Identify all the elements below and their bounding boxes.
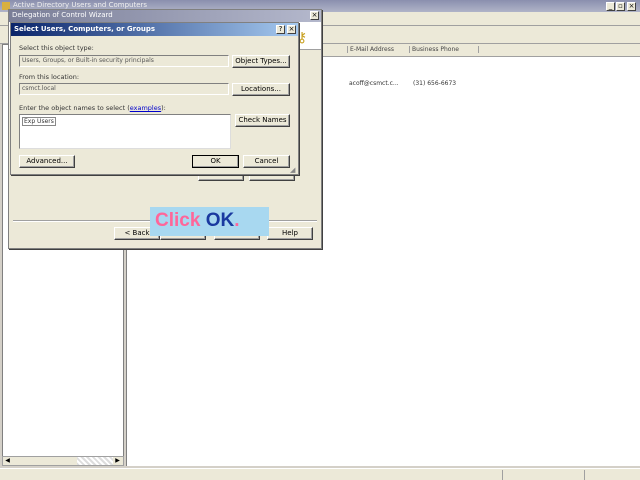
examples-link[interactable]: examples: [130, 104, 161, 112]
check-names-button[interactable]: Check Names: [235, 114, 290, 127]
column-header-email[interactable]: E-Mail Address: [347, 46, 409, 53]
cancel-button[interactable]: Cancel: [243, 155, 290, 168]
location-field: csmct.local: [19, 83, 229, 95]
row-email: acoff@csmct.c...: [349, 80, 399, 87]
locations-button[interactable]: Locations...: [232, 83, 290, 96]
main-window-title: Active Directory Users and Computers: [13, 1, 148, 9]
instruction-target: OK: [205, 210, 235, 231]
status-bar: [0, 468, 640, 480]
scroll-right-icon[interactable]: ▶: [113, 457, 122, 465]
object-names-input[interactable]: Exp Users: [19, 114, 231, 149]
select-dialog: Select Users, Computers, or Groups ? × S…: [10, 22, 299, 175]
object-names-label: Enter the object names to select (exampl…: [19, 104, 166, 112]
wizard-title: Delegation of Control Wizard: [12, 11, 113, 19]
object-types-button[interactable]: Object Types...: [232, 55, 290, 68]
resize-grip-icon[interactable]: ◢: [290, 166, 295, 174]
help-button[interactable]: Help: [267, 227, 313, 240]
maximize-icon[interactable]: ▫: [616, 2, 625, 11]
object-type-label: Select this object type:: [19, 44, 94, 52]
status-divider: [502, 470, 503, 480]
dialog-help-icon[interactable]: ?: [276, 25, 285, 34]
ok-button[interactable]: OK: [192, 155, 239, 168]
minimize-icon[interactable]: _: [606, 2, 615, 11]
scroll-left-icon[interactable]: ◀: [3, 457, 12, 465]
instruction-text: Click OK.: [155, 210, 239, 232]
dialog-close-icon[interactable]: ×: [287, 25, 296, 34]
location-label: From this location:: [19, 73, 80, 81]
object-names-value: Exp Users: [22, 117, 56, 126]
close-icon[interactable]: ×: [627, 2, 636, 11]
column-header-phone[interactable]: Business Phone: [409, 46, 479, 53]
wizard-close-icon[interactable]: ×: [310, 11, 319, 20]
select-dialog-title: Select Users, Computers, or Groups: [14, 25, 156, 33]
tree-scrollbar[interactable]: ◀ ▶: [2, 456, 124, 466]
select-dialog-title-bar: Select Users, Computers, or Groups ? ×: [11, 23, 298, 36]
instruction-suffix: .: [234, 210, 240, 231]
object-names-label-text: Enter the object names to select: [19, 104, 126, 112]
status-divider: [584, 470, 585, 480]
object-type-field: Users, Groups, or Built-in security prin…: [19, 55, 229, 67]
wizard-title-bar: Delegation of Control Wizard ×: [9, 10, 321, 22]
scroll-thumb[interactable]: [77, 457, 113, 465]
instruction-callout: Click OK.: [150, 207, 269, 236]
advanced-button[interactable]: Advanced...: [19, 155, 75, 168]
row-phone: (31) 656-6673: [413, 80, 457, 87]
instruction-prefix: Click: [155, 210, 206, 231]
